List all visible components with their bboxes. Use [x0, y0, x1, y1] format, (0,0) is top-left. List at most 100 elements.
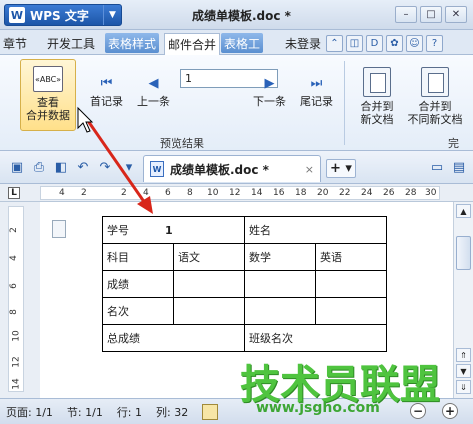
login-status[interactable]: 未登录 — [282, 33, 324, 53]
merge-new-doc-label2: 新文档 — [360, 113, 394, 126]
table-cell[interactable] — [173, 270, 245, 298]
ruler-tick: 24 — [361, 188, 373, 198]
ruler-tick: 14 — [251, 188, 263, 198]
row-indicator: 行: 1 — [116, 405, 143, 419]
table-cell[interactable]: 数学 — [244, 243, 316, 271]
merge-to-different-docs-button[interactable]: 合并到 不同新文档 — [404, 63, 466, 135]
ruler-tick: 2 — [81, 188, 87, 198]
first-record-button[interactable]: ⏮ 首记录 — [90, 73, 123, 109]
scroll-down-icon[interactable]: ▼ — [456, 364, 471, 378]
user-icon[interactable]: ☺ — [406, 34, 423, 52]
d-icon[interactable]: D — [366, 34, 383, 52]
ruler-tick: 2 — [121, 188, 127, 198]
chevron-down-icon[interactable]: ▼ — [103, 5, 121, 25]
table-cell[interactable] — [315, 270, 387, 298]
wps-logo-icon: W — [9, 7, 25, 23]
table-cell[interactable] — [244, 297, 316, 325]
close-icon[interactable]: × — [305, 163, 314, 176]
vruler-tick: 4 — [8, 255, 19, 261]
first-record-label: 首记录 — [90, 95, 123, 108]
tab-stop-selector[interactable]: L — [8, 187, 20, 199]
prev-record-button[interactable]: ◀ 上一条 — [137, 73, 170, 109]
section-indicator: 节: 1/1 — [66, 405, 103, 419]
plant-icon[interactable]: ✿ — [386, 34, 403, 52]
print-icon[interactable]: ⎙ — [30, 158, 48, 176]
help-icon[interactable]: ? — [426, 34, 443, 52]
document-tab-label: 成绩单模板.doc * — [170, 162, 269, 177]
merge-to-new-doc-button[interactable]: 合并到 新文档 — [349, 63, 405, 135]
column-indicator: 列: 32 — [156, 405, 189, 419]
ruler-tick: 20 — [317, 188, 329, 198]
table-row: 学号 1 姓名 — [102, 216, 387, 244]
scroll-down-page-icon[interactable]: ⇓ — [456, 380, 471, 394]
vertical-scrollbar[interactable]: ▲ ⇑ ▼ ⇓ — [453, 202, 473, 398]
table-cell[interactable]: 语文 — [173, 243, 245, 271]
merge-new-doc-label1: 合并到 — [360, 100, 394, 113]
tab-table-tools[interactable]: 表格工 — [221, 33, 264, 53]
scroll-up-icon[interactable]: ▲ — [456, 204, 471, 218]
ruler-tick: 26 — [383, 188, 395, 198]
undo-icon[interactable]: ↶ — [74, 158, 92, 176]
new-tab-button[interactable]: + ▾ — [326, 159, 356, 178]
merge-field-value: 1 — [165, 224, 173, 237]
ruler-tick: 8 — [187, 188, 193, 198]
ruler-scale: 4 2 2 4 6 8 10 12 14 16 18 20 22 24 26 2… — [40, 186, 440, 200]
zoom-in-button[interactable]: + — [442, 403, 458, 419]
view-merge-data-label1: 查看 — [37, 96, 59, 109]
table-cell[interactable]: 班级名次 — [244, 324, 387, 352]
window-list-icon[interactable]: ▭ — [428, 158, 446, 176]
table-cell[interactable] — [173, 297, 245, 325]
vertical-ruler[interactable]: 2 4 6 8 10 12 14 — [0, 202, 40, 398]
view-mode-icon[interactable] — [202, 403, 219, 420]
minimize-button[interactable]: – — [395, 6, 417, 23]
document-title: 成绩单模板.doc * — [192, 9, 291, 23]
table-cell[interactable]: 学号 1 — [102, 216, 245, 244]
view-merge-data-button[interactable]: «ABC» 查看 合并数据 — [20, 59, 76, 131]
table-cell[interactable]: 成绩 — [102, 270, 174, 298]
skin-icon[interactable]: ◫ — [346, 34, 363, 52]
arrow-right-icon: ▶ — [264, 75, 275, 91]
ruler-tick: 4 — [59, 188, 65, 198]
table-cell[interactable] — [315, 297, 387, 325]
preview-group-label: 预览结果 — [160, 137, 204, 150]
table-row: 总成绩 班级名次 — [102, 324, 387, 352]
title-tool-icons: ⌃ ◫ D ✿ ☺ ? — [326, 33, 443, 53]
vruler-tick: 14 — [11, 378, 22, 390]
tab-mail-merge[interactable]: 邮件合并 — [164, 33, 221, 55]
table-cell[interactable]: 总成绩 — [102, 324, 245, 352]
customize-toolbar-icon[interactable]: ▾ — [120, 158, 138, 176]
scrollbar-thumb[interactable] — [456, 236, 471, 270]
redo-icon[interactable]: ↷ — [96, 158, 114, 176]
table-cell[interactable] — [244, 270, 316, 298]
scroll-up-page-icon[interactable]: ⇑ — [456, 348, 471, 362]
table-cell[interactable]: 英语 — [315, 243, 387, 271]
wps-app-menu-button[interactable]: W WPS 文字 ▼ — [4, 4, 122, 26]
table-cell[interactable]: 名次 — [102, 297, 174, 325]
last-record-label: 尾记录 — [300, 95, 333, 108]
ruler-tick: 6 — [165, 188, 171, 198]
ribbon-panel: «ABC» 查看 合并数据 ⏮ 首记录 ◀ 上一条 1 ▶ 下一条 ⏭ 尾记录 … — [0, 55, 473, 151]
title-bar: W WPS 文字 ▼ 成绩单模板.doc * – □ ✕ — [0, 0, 473, 30]
save-icon[interactable]: ▣ — [8, 158, 26, 176]
vruler-tick: 8 — [8, 309, 19, 315]
vruler-tick: 6 — [8, 283, 19, 289]
view-merge-data-label2: 合并数据 — [26, 109, 70, 122]
tab-chapter[interactable]: 章节 — [0, 33, 30, 53]
table-cell[interactable]: 科目 — [102, 243, 174, 271]
next-record-button[interactable]: ▶ 下一条 — [253, 73, 286, 109]
score-table[interactable]: 学号 1 姓名 科目 语文 数学 英语 成绩 名次 总成绩 班级名次 — [102, 216, 387, 352]
maximize-button[interactable]: □ — [420, 6, 442, 23]
horizontal-ruler[interactable]: L 4 2 2 4 6 8 10 12 14 16 18 20 22 24 26… — [0, 184, 473, 202]
group-divider — [344, 61, 345, 145]
close-button[interactable]: ✕ — [445, 6, 467, 23]
chevron-up-icon[interactable]: ⌃ — [326, 34, 343, 52]
table-cell[interactable]: 姓名 — [244, 216, 387, 244]
document-tab[interactable]: W 成绩单模板.doc * × — [143, 155, 321, 182]
tab-table-style[interactable]: 表格样式 — [105, 33, 160, 53]
last-record-button[interactable]: ⏭ 尾记录 — [300, 73, 333, 109]
panel-icon[interactable]: ▤ — [450, 158, 468, 176]
app-name: WPS 文字 — [30, 8, 89, 23]
print-preview-icon[interactable]: ◧ — [52, 158, 70, 176]
merge-diff-doc-label1: 合并到 — [418, 100, 452, 113]
tab-developer[interactable]: 开发工具 — [44, 33, 98, 53]
